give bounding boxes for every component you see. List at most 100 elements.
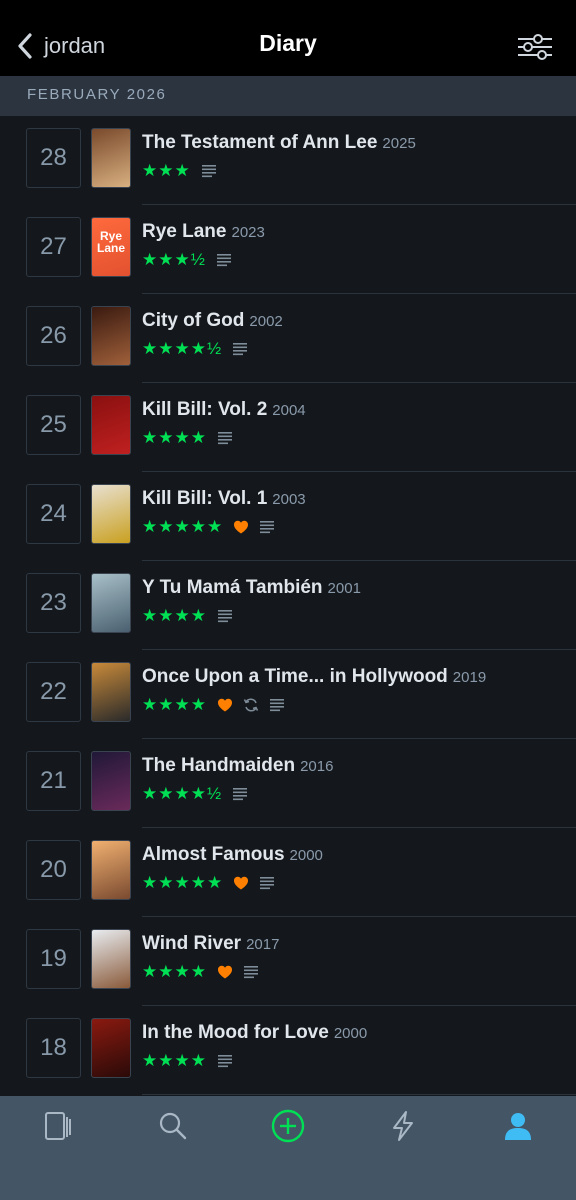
tab-search[interactable] — [143, 1106, 203, 1146]
film-poster[interactable] — [91, 840, 131, 900]
entry-info: Kill Bill: Vol. 1 2003 ★★★★★ — [142, 488, 566, 537]
film-year: 2003 — [272, 491, 306, 508]
filter-sliders-icon[interactable] — [516, 30, 554, 64]
day-number[interactable]: 25 — [26, 395, 81, 455]
film-year: 2016 — [300, 758, 334, 775]
like-heart-wrap — [217, 697, 233, 713]
day-number[interactable]: 22 — [26, 662, 81, 722]
day-number[interactable]: 23 — [26, 573, 81, 633]
day-number[interactable]: 18 — [26, 1018, 81, 1078]
activity-icon — [393, 1111, 413, 1141]
star-rating: ★★★★★ — [142, 517, 224, 536]
like-heart-wrap — [217, 964, 233, 980]
entry-info: The Testament of Ann Lee 2025 ★★★ — [142, 132, 566, 181]
film-year: 2025 — [382, 135, 416, 152]
film-title-line: The Handmaiden 2016 — [142, 755, 566, 777]
heart-icon — [217, 965, 232, 979]
review-wrap — [243, 965, 259, 979]
review-wrap — [259, 520, 275, 534]
review-text-icon — [233, 788, 248, 801]
film-title[interactable]: The Testament of Ann Lee — [142, 132, 377, 153]
film-title[interactable]: Kill Bill: Vol. 1 — [142, 488, 267, 509]
film-title[interactable]: Once Upon a Time... in Hollywood — [142, 666, 448, 687]
review-wrap — [269, 698, 285, 712]
film-title[interactable]: Rye Lane — [142, 221, 226, 242]
film-year: 2019 — [452, 669, 487, 686]
entry-meta: ★★★ — [142, 161, 566, 181]
diary-entry-row[interactable]: 19 Wind River 2017 ★★★★ — [0, 917, 576, 1006]
film-poster[interactable] — [91, 1018, 131, 1078]
entry-info: Kill Bill: Vol. 2 2004 ★★★★ — [142, 399, 566, 448]
diary-entry-row[interactable]: 26 City of God 2002 ★★★★½ — [0, 294, 576, 383]
film-title[interactable]: City of God — [142, 310, 244, 331]
film-title-line: In the Mood for Love 2000 — [142, 1022, 566, 1044]
entry-meta: ★★★½ — [142, 250, 566, 270]
star-rating: ★★★★½ — [142, 784, 223, 803]
rewatch-wrap — [243, 697, 259, 713]
entry-meta: ★★★★ — [142, 695, 566, 715]
entry-meta: ★★★★½ — [142, 339, 566, 359]
diary-entry-row[interactable]: 23 Y Tu Mamá También 2001 ★★★★ — [0, 561, 576, 650]
film-poster[interactable] — [91, 128, 131, 188]
review-wrap — [217, 1054, 233, 1068]
entry-info: Y Tu Mamá También 2001 ★★★★ — [142, 577, 566, 626]
review-text-icon — [216, 254, 231, 267]
row-divider — [142, 1094, 576, 1095]
diary-entry-row[interactable]: 28 The Testament of Ann Lee 2025 ★★★ — [0, 116, 576, 205]
diary-entry-row[interactable]: 27 Rye Lane Rye Lane 2023 ★★★½ — [0, 205, 576, 294]
tab-add[interactable] — [258, 1106, 318, 1146]
film-title[interactable]: Kill Bill: Vol. 2 — [142, 399, 267, 420]
diary-entry-row[interactable]: 22 Once Upon a Time... in Hollywood 2019 ★★… — [0, 650, 576, 739]
film-poster[interactable] — [91, 929, 131, 989]
film-poster[interactable] — [91, 573, 131, 633]
diary-entry-row[interactable]: 24 Kill Bill: Vol. 1 2003 ★★★★★ — [0, 472, 576, 561]
films-icon — [45, 1112, 71, 1140]
film-title[interactable]: Almost Famous — [142, 844, 285, 865]
film-year: 2001 — [327, 580, 361, 597]
profile-icon — [505, 1113, 531, 1140]
tab-films[interactable] — [28, 1106, 88, 1146]
day-number[interactable]: 28 — [26, 128, 81, 188]
diary-entry-row[interactable]: 21 The Handmaiden 2016 ★★★★½ — [0, 739, 576, 828]
tab-activity[interactable] — [373, 1106, 433, 1146]
day-number[interactable]: 20 — [26, 840, 81, 900]
film-year: 2000 — [333, 1025, 368, 1042]
star-rating: ★★★★★ — [142, 873, 224, 892]
rewatch-icon — [243, 698, 259, 712]
day-number[interactable]: 26 — [26, 306, 81, 366]
film-title-line: City of God 2002 — [142, 310, 566, 332]
film-poster[interactable] — [91, 662, 131, 722]
review-wrap — [232, 342, 248, 356]
film-title-line: The Testament of Ann Lee 2025 — [142, 132, 566, 154]
film-poster[interactable] — [91, 395, 131, 455]
film-year: 2023 — [231, 224, 265, 241]
review-text-icon — [201, 165, 216, 178]
film-title[interactable]: Wind River — [142, 933, 241, 954]
film-poster[interactable] — [91, 484, 131, 544]
film-title-line: Wind River 2017 — [142, 933, 566, 955]
tab-profile[interactable] — [488, 1106, 548, 1146]
month-section-header: FEBRUARY 2026 — [0, 76, 576, 116]
film-poster[interactable]: Rye Lane — [91, 217, 131, 277]
like-heart-wrap — [233, 519, 249, 535]
day-number[interactable]: 27 — [26, 217, 81, 277]
entry-info: City of God 2002 ★★★★½ — [142, 310, 566, 359]
film-poster[interactable] — [91, 306, 131, 366]
diary-entry-row[interactable]: 18 In the Mood for Love 2000 ★★★★ — [0, 1006, 576, 1095]
diary-list: 28 The Testament of Ann Lee 2025 ★★★ 27 Rye L… — [0, 116, 576, 1096]
film-poster[interactable] — [91, 751, 131, 811]
entry-info: Almost Famous 2000 ★★★★★ — [142, 844, 566, 893]
entry-meta: ★★★★ — [142, 606, 566, 626]
review-text-icon — [243, 966, 258, 979]
day-number[interactable]: 21 — [26, 751, 81, 811]
day-number[interactable]: 19 — [26, 929, 81, 989]
film-title[interactable]: Y Tu Mamá También — [142, 577, 323, 598]
film-title-line: Kill Bill: Vol. 1 2003 — [142, 488, 566, 510]
film-title[interactable]: The Handmaiden — [142, 755, 295, 776]
film-title[interactable]: In the Mood for Love — [142, 1022, 329, 1043]
day-number[interactable]: 24 — [26, 484, 81, 544]
diary-entry-row[interactable]: 25 Kill Bill: Vol. 2 2004 ★★★★ — [0, 383, 576, 472]
review-wrap — [217, 431, 233, 445]
heart-icon — [217, 698, 232, 712]
diary-entry-row[interactable]: 20 Almost Famous 2000 ★★★★★ — [0, 828, 576, 917]
